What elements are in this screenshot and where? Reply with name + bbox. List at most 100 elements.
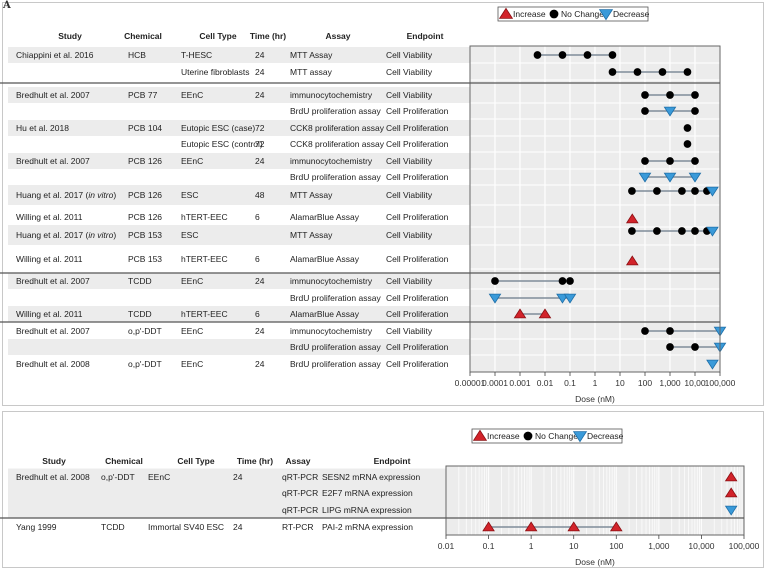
tick-label: 0.1	[564, 378, 576, 388]
cell-chemical: PCB 77	[128, 90, 158, 100]
cell-assay: qRT-PCR	[282, 472, 318, 482]
tick-label: 100,000	[705, 378, 736, 388]
cell-time: 72	[255, 139, 265, 149]
cell-study: Huang et al. 2017 (in vitro)	[16, 190, 116, 200]
column-header: Cell Type	[177, 456, 214, 466]
cell-chemical: o,p'-DDT	[101, 472, 135, 482]
cell-assay: qRT-PCR	[282, 505, 318, 515]
legend-label: Increase	[513, 9, 546, 19]
cell-cell-type: hTERT-EEC	[181, 212, 228, 222]
cell-assay: CCK8 proliferation assay	[290, 139, 385, 149]
legend-label: No Change	[561, 9, 604, 19]
cell-cell-type: EEnC	[181, 156, 203, 166]
no-change-marker	[641, 91, 649, 99]
cell-time: 24	[255, 156, 265, 166]
tick-label: 10	[569, 541, 579, 551]
cell-assay: BrdU proliferation assay	[290, 106, 381, 116]
cell-chemical: o,p'-DDT	[128, 326, 162, 336]
no-change-marker	[641, 107, 649, 115]
chart-bottom: Increase No Change Decrease Study Chemical Ce…	[0, 428, 760, 567]
cell-study: Hu et al. 2018	[16, 123, 69, 133]
column-header: Study	[58, 31, 82, 41]
no-change-marker	[691, 187, 699, 195]
cell-cell-type: T-HESC	[181, 50, 212, 60]
cell-assay: CCK8 proliferation assay	[290, 123, 385, 133]
tick-label: 10,000	[688, 541, 714, 551]
cell-cell-type: ESC	[181, 190, 198, 200]
cell-chemical: PCB 126	[128, 156, 162, 166]
cell-endpoint: Cell Proliferation	[386, 254, 449, 264]
cell-cell-type: Uterine fibroblasts	[181, 67, 250, 77]
cell-endpoint: Cell Proliferation	[386, 359, 449, 369]
cell-study: Yang 1999	[16, 522, 57, 532]
no-change-marker	[658, 68, 667, 76]
column-header: Endpoint	[407, 31, 444, 41]
cell-assay: RT-PCR	[282, 522, 314, 532]
cell-endpoint: E2F7 mRNA expression	[322, 488, 413, 498]
cell-assay: immunocytochemistry	[290, 90, 373, 100]
cell-cell-type: Eutopic ESC (case)	[181, 123, 255, 133]
tick-label: 100	[609, 541, 623, 551]
cell-study: Willing et al. 2011	[16, 309, 83, 319]
no-change-marker	[633, 68, 642, 76]
no-change-marker	[608, 68, 617, 76]
legend-label: Decrease	[587, 431, 624, 441]
cell-study: Bredhult et al. 2008	[16, 472, 90, 482]
legend-label: No Change	[535, 431, 578, 441]
cell-cell-type: EEnC	[148, 472, 170, 482]
tick-label: 1,000	[659, 378, 681, 388]
cell-assay: qRT-PCR	[282, 488, 318, 498]
cell-cell-type: Immortal SV40 ESC	[148, 522, 224, 532]
tick-label: 0.001	[509, 378, 531, 388]
cell-endpoint: LIPG mRNA expression	[322, 505, 412, 515]
cell-chemical: TCDD	[101, 522, 125, 532]
no-change-marker	[678, 187, 686, 195]
no-change-marker	[666, 91, 674, 99]
cell-time: 6	[255, 254, 260, 264]
circle-black-icon	[523, 431, 533, 441]
cell-assay: MTT Assay	[290, 230, 333, 240]
no-change-marker	[566, 277, 574, 285]
no-change-marker	[666, 327, 674, 335]
cell-study: Willing et al. 2011	[16, 212, 83, 222]
cell-endpoint: Cell Viability	[386, 156, 433, 166]
cell-endpoint: Cell Proliferation	[386, 212, 449, 222]
data-row	[683, 140, 692, 148]
cell-assay: BrdU proliferation assay	[290, 293, 381, 303]
no-change-marker	[491, 277, 499, 285]
column-header: Assay	[285, 456, 310, 466]
tick-label: 1,000	[648, 541, 670, 551]
no-change-marker	[628, 187, 636, 195]
no-change-marker	[691, 343, 699, 351]
no-change-marker	[678, 227, 686, 235]
cell-assay: MTT Assay	[290, 190, 333, 200]
cell-endpoint: Cell Proliferation	[386, 139, 449, 149]
cell-assay: MTT assay	[290, 67, 333, 77]
no-change-marker	[683, 68, 692, 76]
cell-study: Bredhult et al. 2007	[16, 90, 90, 100]
no-change-marker	[641, 327, 649, 335]
cell-endpoint: Cell Proliferation	[386, 342, 449, 352]
no-change-marker	[683, 124, 692, 132]
cell-study: Chiappini et al. 2016	[16, 50, 94, 60]
cell-chemical: PCB 126	[128, 212, 162, 222]
cell-time: 24	[255, 50, 265, 60]
tick-label: 0.01	[537, 378, 554, 388]
cell-time: 6	[255, 212, 260, 222]
cell-study: Willing et al. 2011	[16, 254, 83, 264]
column-header: Assay	[325, 31, 350, 41]
column-header: Chemical	[124, 31, 162, 41]
no-change-marker	[641, 157, 649, 165]
cell-chemical: TCDD	[128, 276, 152, 286]
cell-time: 6	[255, 309, 260, 319]
column-header: Cell Type	[199, 31, 236, 41]
cell-assay: MTT Assay	[290, 50, 333, 60]
column-header: Study	[42, 456, 66, 466]
cell-study: Bredhult et al. 2008	[16, 359, 90, 369]
cell-time: 24	[233, 472, 243, 482]
cell-cell-type: EEnC	[181, 90, 203, 100]
cell-chemical: HCB	[128, 50, 146, 60]
cell-endpoint: SESN2 mRNA expression	[322, 472, 421, 482]
no-change-marker	[691, 91, 699, 99]
chart-top: Increase No Change Decrease Study Chemical Ce…	[0, 6, 736, 404]
